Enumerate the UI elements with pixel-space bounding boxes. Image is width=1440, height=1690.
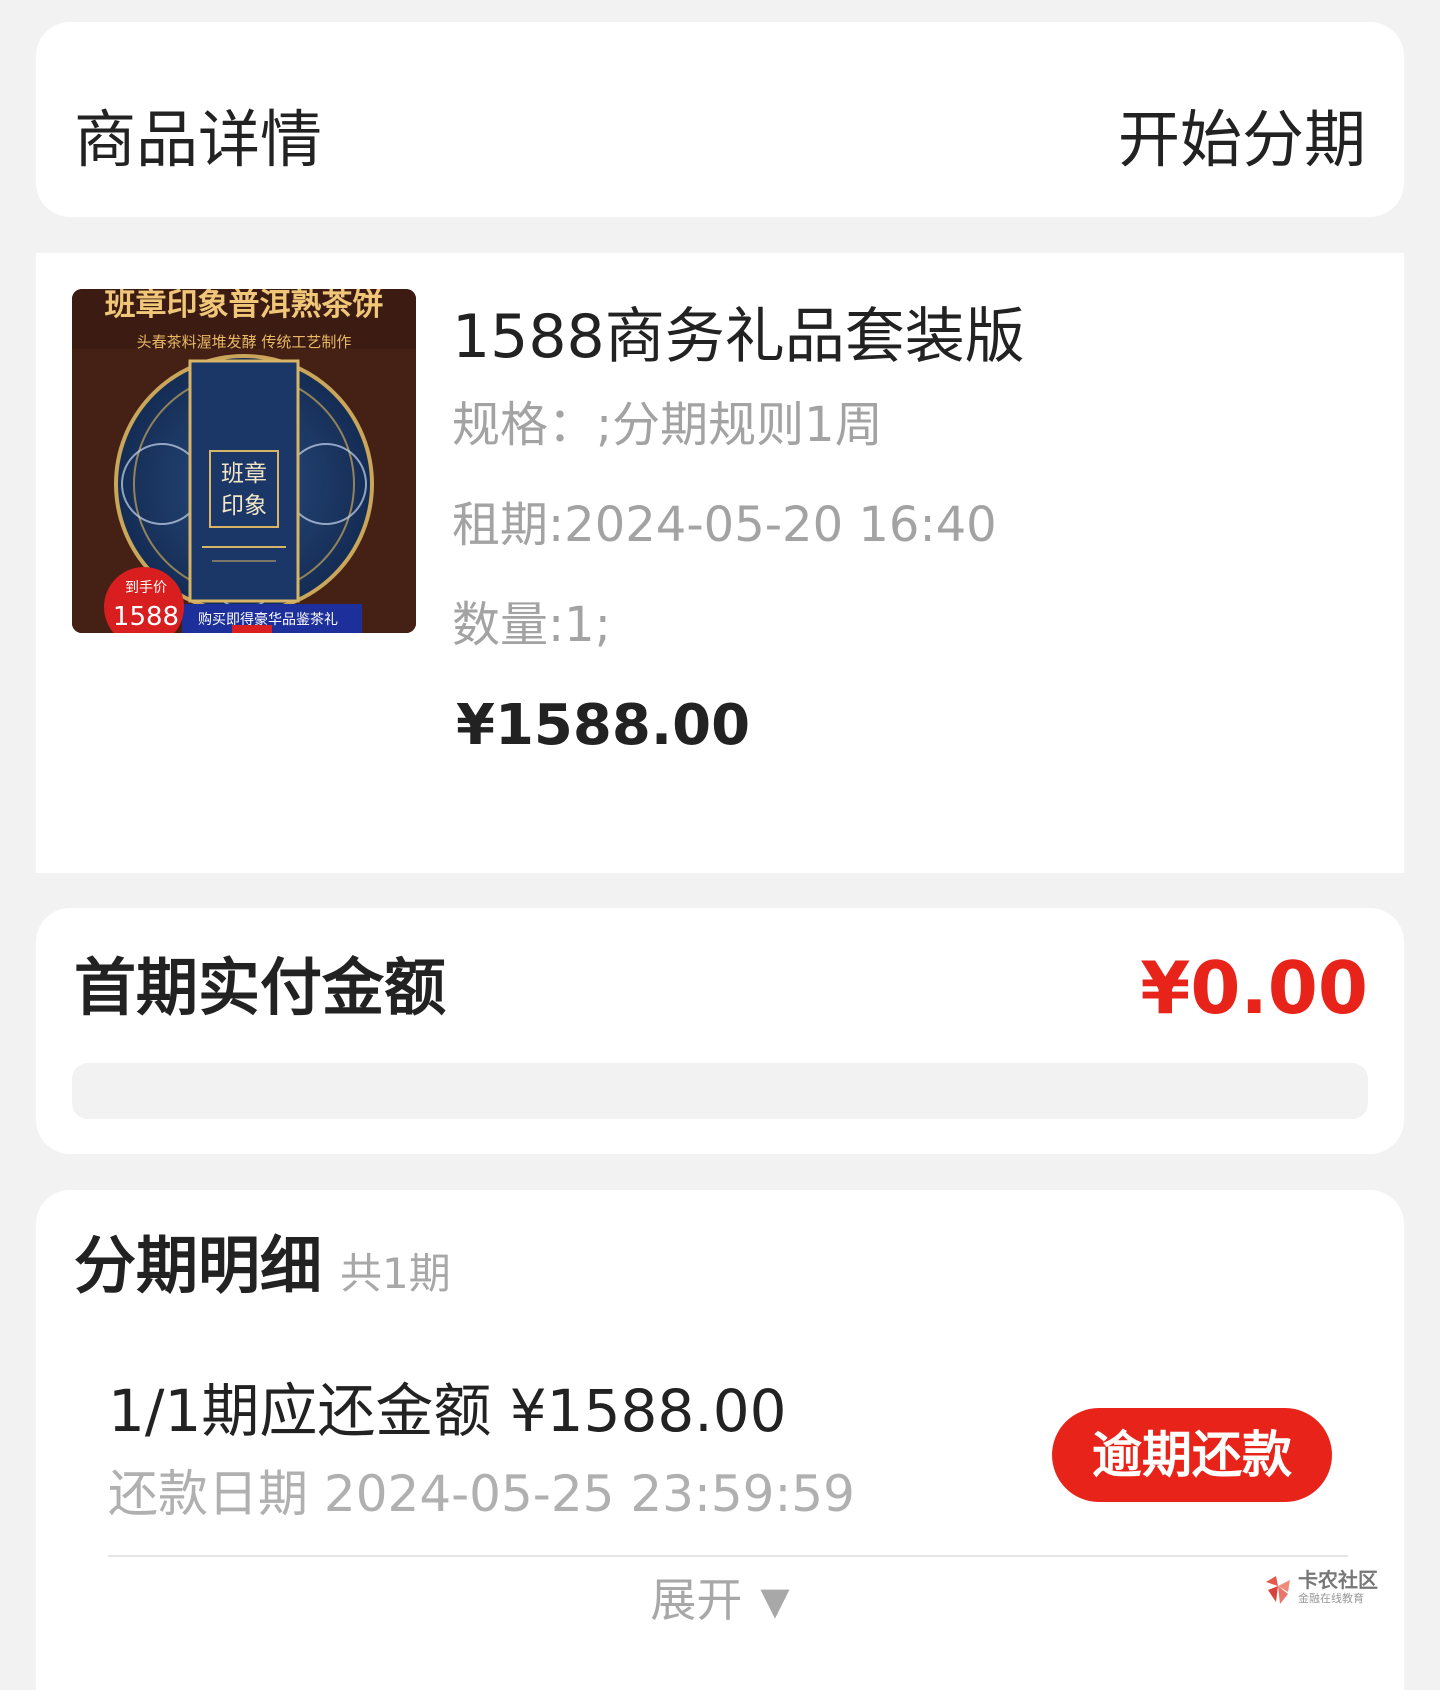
installment-amount: 1/1期应还金额 ¥1588.00	[108, 1377, 787, 1445]
installment-title: 分期明细	[74, 1229, 323, 1302]
watermark-name: 卡农社区	[1298, 1568, 1378, 1592]
watermark-sub: 金融在线教育	[1298, 1592, 1364, 1605]
image-badge-price: 1588	[113, 602, 179, 632]
expand-button[interactable]: 展开 ▼	[36, 1568, 1404, 1633]
product-card[interactable]: 班章印象普洱熟茶饼 头春茶料渥堆发酵 传统工艺制作 班章 印象 购买即得豪华品鉴…	[36, 253, 1404, 873]
product-price: ¥1588.00	[456, 693, 751, 758]
image-badge-label: 到手价	[125, 580, 167, 596]
divider	[108, 1555, 1348, 1557]
product-name: 1588商务礼品套装版	[452, 302, 1025, 372]
first-payment-label: 首期实付金额	[74, 951, 447, 1024]
image-center-line1: 班章	[221, 461, 267, 487]
overdue-repay-button[interactable]: 逾期还款	[1052, 1408, 1332, 1502]
page-title: 商品详情	[74, 103, 323, 176]
installment-count: 共1期	[340, 1249, 451, 1298]
triangle-down-icon: ▼	[760, 1579, 790, 1623]
image-headline: 班章印象普洱熟茶饼	[105, 289, 384, 323]
image-subline: 头春茶料渥堆发酵 传统工艺制作	[137, 333, 352, 351]
product-lease-period: 租期:2024-05-20 16:40	[452, 497, 997, 553]
product-quantity: 数量:1;	[452, 597, 611, 653]
watermark-icon	[1266, 1576, 1290, 1604]
watermark-logo: 卡农社区 金融在线教育	[1262, 1568, 1382, 1612]
first-payment-card: 首期实付金额 ¥0.00	[36, 908, 1404, 1154]
product-image-art: 班章印象普洱熟茶饼 头春茶料渥堆发酵 传统工艺制作 班章 印象 购买即得豪华品鉴…	[72, 289, 416, 633]
image-center-line2: 印象	[221, 493, 267, 519]
installment-card: 分期明细 共1期 1/1期应还金额 ¥1588.00 还款日期 2024-05-…	[36, 1190, 1404, 1690]
product-image[interactable]: 班章印象普洱熟茶饼 头春茶料渥堆发酵 传统工艺制作 班章 印象 购买即得豪华品鉴…	[72, 289, 416, 633]
start-installment-button[interactable]: 开始分期	[1118, 100, 1366, 180]
expand-label: 展开	[650, 1573, 743, 1627]
installment-due-date: 还款日期 2024-05-25 23:59:59	[108, 1465, 855, 1523]
first-payment-info-bar	[72, 1063, 1368, 1119]
header-card: 商品详情 开始分期	[36, 22, 1404, 217]
product-spec: 规格：;分期规则1周	[452, 397, 883, 453]
first-payment-amount: ¥0.00	[1140, 946, 1368, 1030]
